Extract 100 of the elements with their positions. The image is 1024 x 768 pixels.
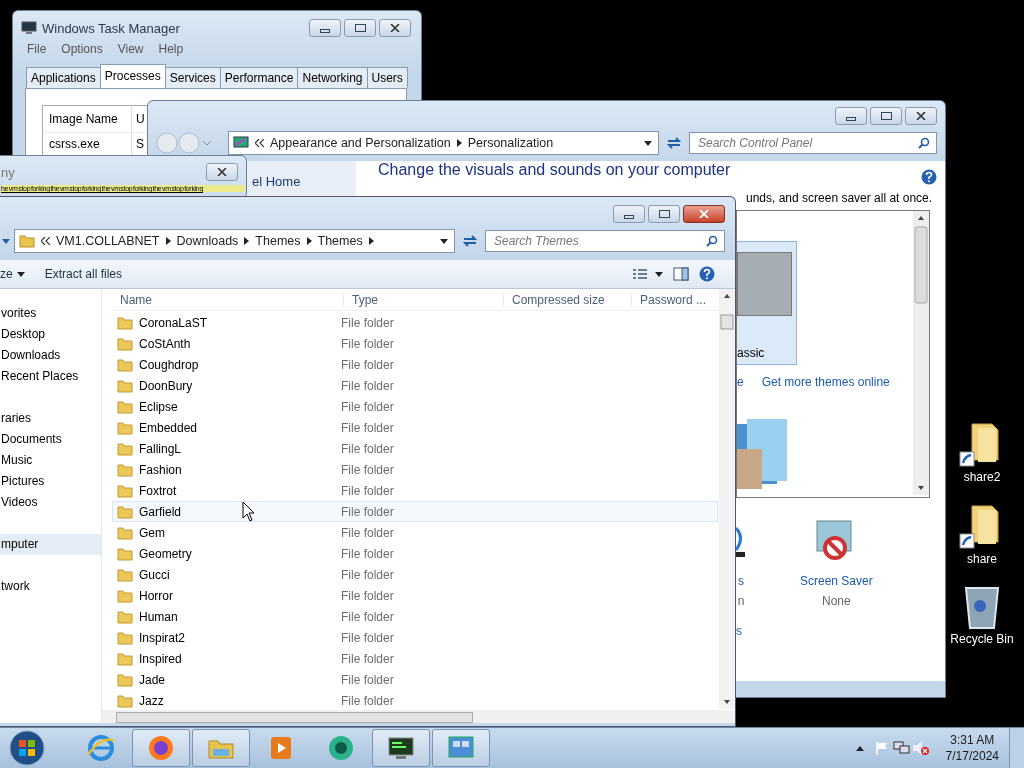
help-icon[interactable] [921,169,937,185]
recycle-bin-icon[interactable] [962,584,1002,630]
tab[interactable]: Networking [297,67,368,88]
minimize-button[interactable] [835,107,867,125]
file-name[interactable]: FallingL [139,441,341,456]
desktop-icon-label[interactable]: share [967,552,997,566]
navigation-item[interactable]: Documents [0,429,62,450]
separator-arrow-icon[interactable] [456,139,462,147]
refresh-icon[interactable] [666,136,682,150]
setting-link[interactable]: s [736,624,742,638]
maximize-button[interactable] [870,107,902,125]
tab[interactable]: Users [366,67,408,88]
chevron-icon[interactable] [255,139,264,147]
start-button[interactable] [8,729,46,767]
column-header[interactable]: Image Name [43,106,131,132]
dropdown-arrow-icon[interactable] [644,140,652,146]
breadcrumb-item[interactable]: Downloads [176,234,239,248]
view-options-icon[interactable] [633,268,663,280]
separator-arrow-icon[interactable] [306,237,312,245]
separator-arrow-icon[interactable] [368,237,374,245]
navigation-item[interactable]: vorites [0,303,37,324]
tab[interactable]: Applications [26,67,101,88]
chevron-icon[interactable] [41,237,50,245]
folder-icon[interactable] [192,729,250,767]
navigation-item[interactable]: Recent Places [0,366,79,387]
navigation-item[interactable]: raries [0,408,31,429]
column-header[interactable]: Name [112,292,344,307]
close-button[interactable] [206,163,238,181]
clock-date[interactable]: 7/17/2024 [945,748,999,764]
file-name[interactable]: CoStAnth [139,336,341,351]
breadcrumb-item[interactable]: Appearance and Personalization [270,136,451,150]
column-header[interactable]: Password ... [632,292,718,307]
file-name[interactable]: Garfield [139,504,341,519]
link[interactable]: Get more themes online [761,375,890,389]
navigation-item[interactable]: mputer [0,534,101,555]
file-name[interactable]: Embedded [139,420,341,435]
navigation-item[interactable]: Downloads [0,345,61,366]
column-header[interactable]: Compressed size [504,292,632,307]
file-name[interactable]: Eclipse [139,399,341,414]
breadcrumb-item[interactable]: Themes [317,234,363,248]
file-name[interactable]: Gem [139,525,341,540]
tab[interactable]: Processes [99,64,166,88]
close-button[interactable] [379,19,411,37]
desktop-icon-label[interactable]: share2 [963,470,1001,484]
volume-muted-icon[interactable] [911,740,930,756]
file-name[interactable]: Human [139,609,341,624]
minimize-button[interactable] [613,205,645,223]
breadcrumb-item[interactable]: VM1.COLLABNET [56,234,160,248]
help-icon[interactable] [699,266,715,282]
maximize-button[interactable] [344,19,376,37]
menu-item[interactable]: View [117,42,144,56]
file-name[interactable]: Horror [139,588,341,603]
file-name[interactable]: Inspirat2 [139,630,341,645]
close-button[interactable] [905,107,937,125]
toolbar-button[interactable]: Extract all files [44,264,133,284]
scrollbar[interactable] [913,211,929,495]
theme-tile[interactable]: assic [737,241,797,365]
organize-button[interactable]: ze [0,264,35,284]
navigation-item[interactable]: Desktop [0,324,46,345]
separator-arrow-icon[interactable] [165,237,171,245]
column-header[interactable]: Type [344,292,504,307]
file-name[interactable]: Inspired [139,651,341,666]
control-panel-home-link[interactable]: el Home [252,174,301,189]
file-name[interactable]: Jazz [139,693,341,708]
refresh-icon[interactable] [462,234,478,248]
maximize-button[interactable] [648,205,680,223]
scrollbar[interactable] [719,289,735,709]
file-name[interactable]: Coughdrop [139,357,341,372]
breadcrumb-item[interactable]: Personalization [467,136,554,150]
dropdown-arrow-icon[interactable] [440,238,448,244]
browser-icon[interactable] [132,729,190,767]
address-bar[interactable]: Appearance and Personalization Personalization [228,131,659,155]
navigation-item[interactable]: Music [0,450,33,471]
file-name[interactable]: CoronaLaST [139,315,341,330]
network-icon[interactable] [891,740,910,756]
setting-link[interactable]: s [738,574,744,588]
address-bar[interactable]: VM1.COLLABNET Downloads Themes Themes [14,229,455,253]
preview-pane-icon[interactable] [673,267,689,281]
monitor-icon[interactable] [372,729,430,767]
link[interactable]: e [737,375,744,389]
desktop-icon-label[interactable]: Recycle Bin [950,632,1014,646]
file-name[interactable]: Fashion [139,462,341,477]
search-field[interactable]: Search Themes [485,230,725,252]
menu-item[interactable]: Help [158,42,184,56]
clock-time[interactable]: 3:31 AM [950,732,995,748]
search-field[interactable]: Search Control Panel [689,132,937,154]
file-name[interactable]: Gucci [139,567,341,582]
highlighted-row[interactable]: Garfield File folder [112,501,718,522]
breadcrumb-item[interactable]: Themes [255,234,301,248]
menu-item[interactable]: File [27,42,47,56]
file-name[interactable]: DoonBury [139,378,341,393]
file-name[interactable]: Jade [139,672,341,687]
file-name[interactable]: Geometry [139,546,341,561]
show-hidden-icons-button[interactable] [855,745,864,751]
navigation-item[interactable]: Videos [0,492,38,513]
navigation-item[interactable]: twork [0,576,30,597]
tab[interactable]: Performance [219,67,299,88]
minimize-button[interactable] [309,19,341,37]
separator-arrow-icon[interactable] [244,237,250,245]
setting-link[interactable]: Screen Saver [800,574,873,588]
